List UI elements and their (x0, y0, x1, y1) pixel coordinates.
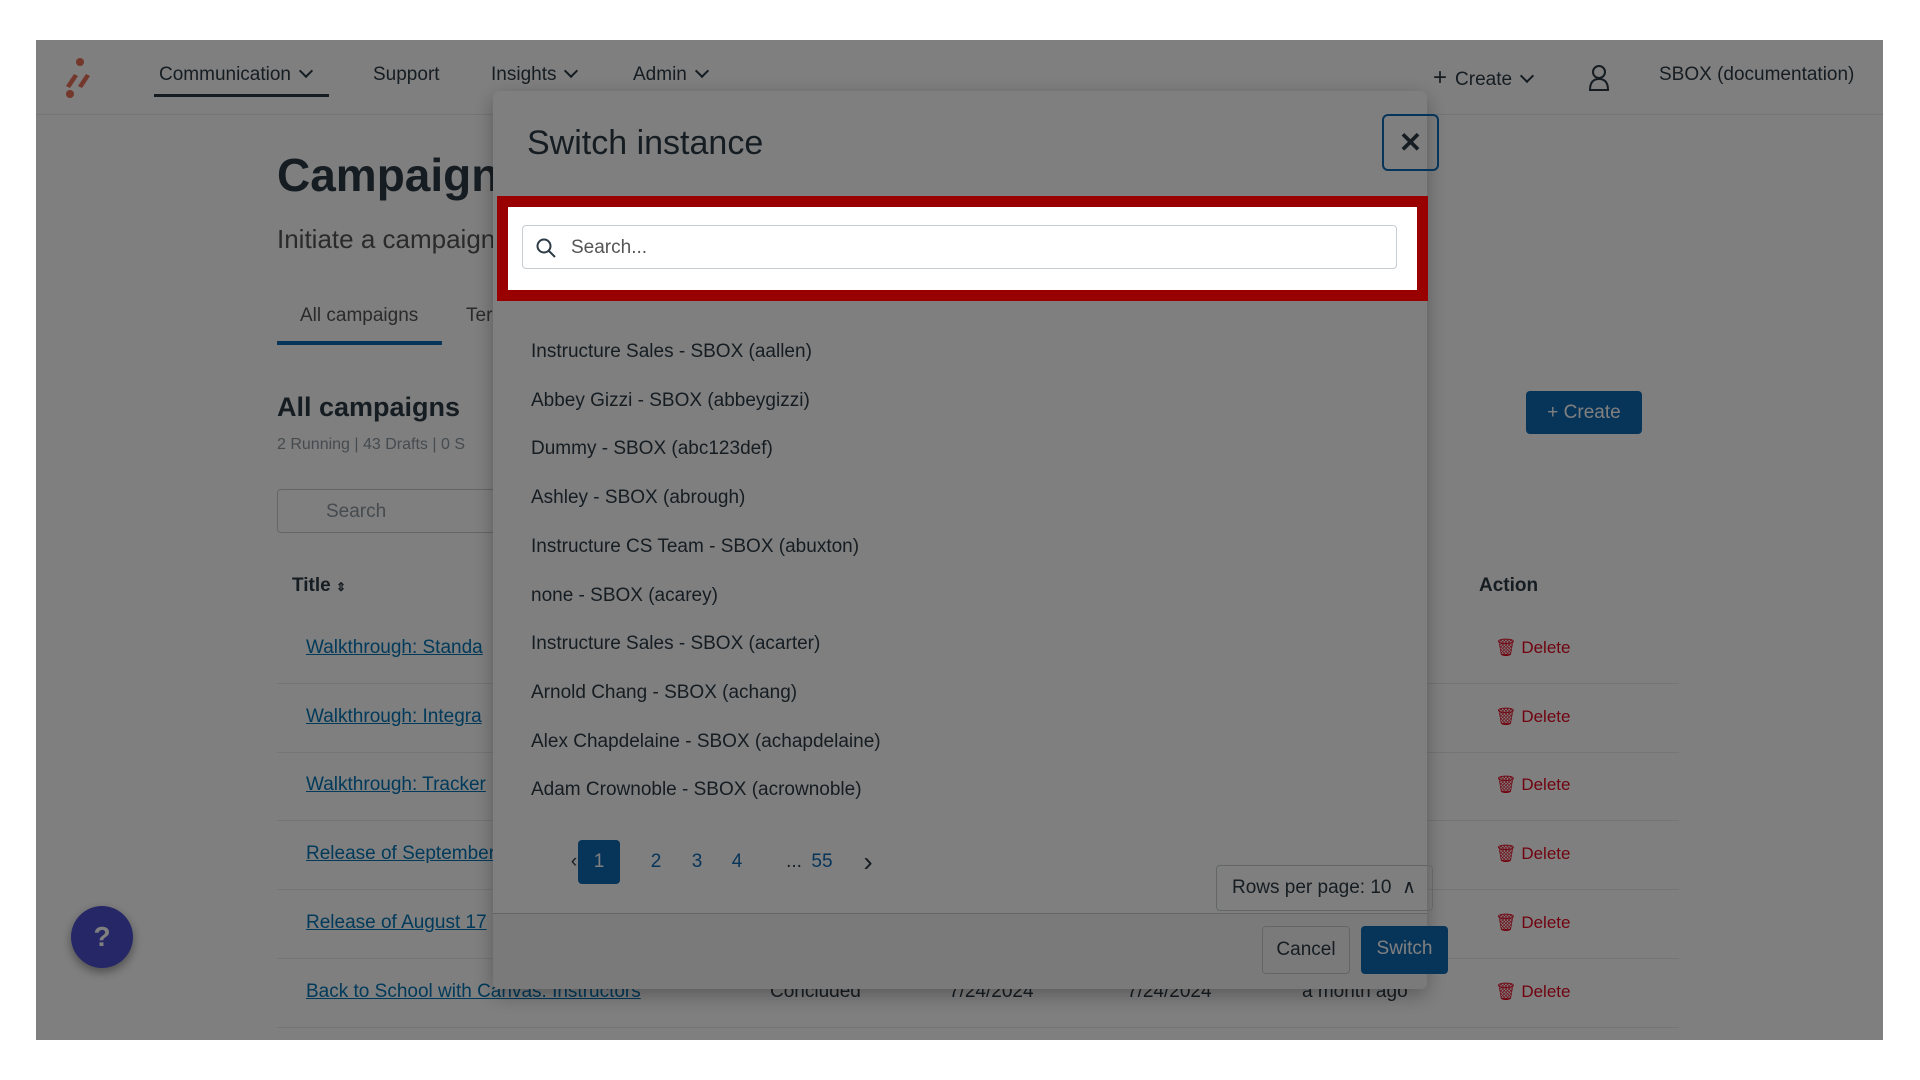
delete-button[interactable]: 🗑 Delete (1495, 844, 1570, 864)
sort-icon: ⇕ (336, 580, 347, 594)
delete-button[interactable]: 🗑 Delete (1495, 638, 1570, 658)
page-55-button[interactable]: 55 (807, 840, 837, 884)
search-placeholder: Search... (571, 237, 648, 258)
instance-list-item[interactable]: Adam Crownoble - SBOX (acrownoble) (531, 779, 862, 801)
instance-list-item[interactable]: Instructure CS Team - SBOX (abuxton) (531, 536, 859, 558)
create-campaign-button[interactable]: + Create (1526, 391, 1642, 434)
instance-list-item[interactable]: Instructure Sales - SBOX (acarter) (531, 633, 820, 655)
instance-list-item[interactable]: Arnold Chang - SBOX (achang) (531, 682, 797, 704)
chevron-down-icon (1519, 68, 1535, 84)
page-title: Campaigns (277, 149, 525, 201)
trash-icon: 🗑 (1495, 982, 1522, 1001)
help-button[interactable]: ? (71, 906, 133, 968)
modal-title: Switch instance (527, 124, 764, 162)
chevron-left-icon: ‹ (570, 851, 578, 872)
modal-footer: Cancel Switch (493, 913, 1448, 989)
nav-label: Insights (491, 64, 557, 85)
delete-button[interactable]: 🗑 Delete (1495, 707, 1570, 727)
tab-templates[interactable]: Ter (466, 305, 492, 327)
nav-insights[interactable]: Insights (491, 63, 579, 86)
delete-label: Delete (1521, 982, 1571, 1001)
chevron-right-icon: › (863, 846, 873, 877)
campaign-title-link[interactable]: Walkthrough: Integra (306, 706, 482, 728)
campaign-title-link[interactable]: Walkthrough: Tracker (306, 774, 486, 796)
delete-label: Delete (1521, 913, 1571, 932)
nav-create-button[interactable]: + Create (1433, 64, 1535, 92)
delete-label: Delete (1521, 775, 1571, 794)
campaign-stats: 2 Running | 43 Drafts | 0 S (277, 436, 465, 453)
trash-icon: 🗑 (1495, 913, 1522, 932)
nav-label: Communication (159, 64, 291, 85)
trash-icon: 🗑 (1495, 775, 1522, 794)
section-title: All campaigns (277, 392, 461, 422)
nav-label: Create (1455, 69, 1513, 90)
instance-list-item[interactable]: Ashley - SBOX (abrough) (531, 487, 745, 509)
instance-list-item[interactable]: Instructure Sales - SBOX (aallen) (531, 341, 812, 363)
page-1-button[interactable]: 1 (578, 840, 620, 884)
help-icon: ? (93, 921, 111, 952)
page-subtitle: Initiate a campaign (277, 224, 496, 254)
delete-button[interactable]: 🗑 Delete (1495, 775, 1570, 795)
ellipsis: ... (786, 851, 802, 872)
trash-icon: 🗑 (1495, 707, 1522, 726)
delete-button[interactable]: 🗑 Delete (1495, 913, 1570, 933)
nav-active-underline (154, 94, 329, 97)
campaign-title-link[interactable]: Release of August 17 (306, 912, 487, 934)
close-button[interactable]: ✕ (1382, 114, 1439, 171)
delete-label: Delete (1521, 638, 1571, 657)
tab-all-campaigns[interactable]: All campaigns (300, 305, 418, 327)
delete-label: Delete (1521, 844, 1571, 863)
column-title[interactable]: Title ⇕ (292, 575, 346, 597)
plus-icon: + (1433, 64, 1448, 91)
chevron-down-icon (694, 63, 709, 79)
plus-icon: + (1547, 402, 1564, 423)
button-label: Create (1563, 402, 1621, 423)
nav-admin[interactable]: Admin (633, 63, 709, 86)
instance-switcher[interactable]: SBOX (documentation) (1659, 64, 1854, 86)
delete-button[interactable]: 🗑 Delete (1495, 982, 1570, 1002)
nav-communication[interactable]: Communication (159, 63, 314, 86)
search-icon (536, 238, 556, 258)
stat: 0 S (440, 436, 465, 453)
rows-per-page-label: Rows per page: 10 (1232, 877, 1392, 898)
campaign-title-link[interactable]: Walkthrough: Standa (306, 637, 483, 659)
nav-support[interactable]: Support (373, 64, 440, 86)
user-icon[interactable] (1588, 64, 1610, 92)
tab-active-underline (277, 341, 442, 345)
page-3-button[interactable]: 3 (682, 840, 712, 884)
close-icon: ✕ (1398, 127, 1423, 158)
campaign-title-link[interactable]: Release of September (306, 843, 495, 865)
instance-search-input[interactable]: Search... (522, 225, 1397, 269)
chevron-up-icon: ∧ (1402, 877, 1416, 898)
trash-icon: 🗑 (1495, 638, 1522, 657)
page-2-button[interactable]: 2 (641, 840, 671, 884)
instance-list-item[interactable]: Alex Chapdelaine - SBOX (achapdelaine) (531, 731, 881, 753)
instance-label: SBOX (documentation) (1659, 64, 1855, 85)
instance-list-item[interactable]: Abbey Gizzi - SBOX (abbeygizzi) (531, 390, 810, 412)
delete-label: Delete (1521, 707, 1571, 726)
column-label: Title (292, 575, 331, 596)
next-page-button[interactable]: › (853, 840, 883, 884)
nav-label: Support (373, 64, 440, 85)
app-window: Communication Support Insights Admin + Cr… (36, 40, 1883, 1040)
cancel-button[interactable]: Cancel (1262, 926, 1350, 974)
instance-list-item[interactable]: Dummy - SBOX (abc123def) (531, 438, 773, 460)
highlight-box: Search... (497, 196, 1428, 301)
search-placeholder: Search (326, 501, 387, 522)
logo-icon (66, 58, 90, 98)
page-4-button[interactable]: 4 (722, 840, 752, 884)
chevron-down-icon (564, 63, 579, 79)
column-action: Action (1479, 575, 1539, 596)
rows-per-page-select[interactable]: Rows per page: 10 ∧ (1216, 865, 1433, 911)
stat: 2 Running (277, 436, 350, 453)
trash-icon: 🗑 (1495, 844, 1522, 863)
stat: 43 Drafts (363, 436, 428, 453)
switch-button[interactable]: Switch (1361, 926, 1448, 974)
nav-label: Admin (633, 64, 687, 85)
chevron-down-icon (298, 63, 314, 79)
instance-list-item[interactable]: none - SBOX (acarey) (531, 585, 718, 607)
